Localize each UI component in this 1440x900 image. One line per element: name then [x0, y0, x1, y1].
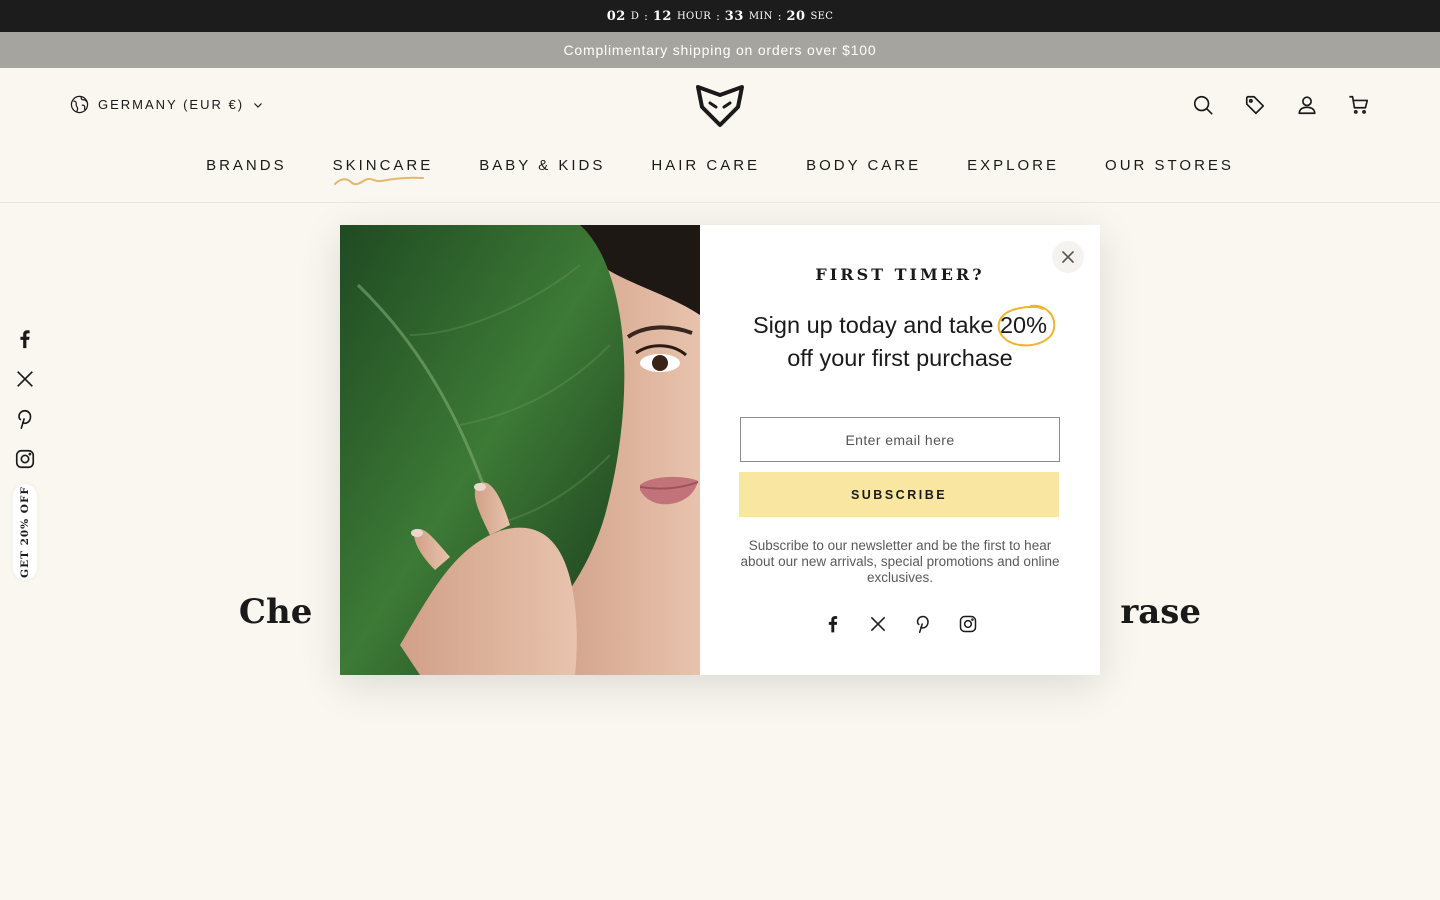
search-icon[interactable]	[1192, 94, 1214, 116]
close-icon	[1062, 251, 1074, 263]
side-social-links	[14, 328, 36, 470]
headline-text-start: Sign up today and take	[753, 312, 1000, 338]
site-header: GERMANY (EUR €) BRANDS SKINCARE BABY & K…	[0, 68, 1440, 203]
countdown-hours: 12	[652, 8, 672, 24]
logo-icon[interactable]	[694, 81, 746, 129]
newsletter-popup: FIRST TIMER? Sign up today and take 20% …	[340, 225, 1100, 675]
country-label: GERMANY (EUR €)	[98, 97, 245, 112]
pinterest-icon[interactable]	[14, 408, 36, 430]
headline-highlight-text: 20%	[999, 312, 1047, 338]
nav-item-our-stores[interactable]: OUR STORES	[1105, 157, 1234, 174]
active-underline-icon	[333, 176, 424, 186]
x-icon[interactable]	[14, 368, 36, 390]
page-heading-right: rase	[1120, 592, 1202, 632]
nav-item-baby-kids[interactable]: BABY & KIDS	[479, 157, 605, 174]
countdown-bar: 02 D : 12 HOUR : 33 MIN : 20 SEC	[0, 0, 1440, 32]
popup-social-links	[700, 614, 1100, 634]
countdown-days-unit: D	[630, 10, 640, 22]
email-field[interactable]	[740, 417, 1060, 462]
globe-icon	[70, 95, 89, 114]
promo-side-tab-label: GET 20% OFF	[19, 486, 31, 578]
x-icon[interactable]	[868, 614, 888, 634]
popup-fine-print: Subscribe to our newsletter and be the f…	[740, 538, 1060, 585]
cart-icon[interactable]	[1348, 94, 1370, 116]
chevron-down-icon	[254, 102, 262, 108]
instagram-icon[interactable]	[14, 448, 36, 470]
nav-item-hair-care[interactable]: HAIR CARE	[651, 157, 760, 174]
headline-highlight: 20%	[997, 304, 1056, 347]
countdown-separator: :	[777, 9, 782, 23]
countdown-seconds: 20	[786, 8, 806, 24]
popup-eyebrow: FIRST TIMER?	[815, 265, 985, 284]
subscribe-button[interactable]: SUBSCRIBE	[739, 472, 1059, 517]
countdown-hours-unit: HOUR	[676, 10, 712, 22]
countdown-seconds-unit: SEC	[810, 10, 834, 22]
nav-item-explore[interactable]: EXPLORE	[967, 157, 1059, 174]
facebook-icon[interactable]	[14, 328, 36, 350]
popup-image	[340, 225, 700, 675]
instagram-icon[interactable]	[958, 614, 978, 634]
pinterest-icon[interactable]	[913, 614, 933, 634]
account-icon[interactable]	[1296, 94, 1318, 116]
nav-item-brands[interactable]: BRANDS	[206, 157, 287, 174]
main-nav: BRANDS SKINCARE BABY & KIDS HAIR CARE BO…	[0, 157, 1440, 186]
countdown-days: 02	[606, 8, 626, 24]
nav-item-label: SKINCARE	[332, 157, 434, 174]
nav-item-skincare[interactable]: SKINCARE	[332, 157, 434, 186]
popup-headline: Sign up today and take 20% off your firs…	[700, 304, 1100, 375]
popup-content: FIRST TIMER? Sign up today and take 20% …	[700, 225, 1100, 675]
countdown-separator: :	[644, 9, 648, 23]
headline-text-end: off your first purchase	[787, 345, 1013, 371]
header-actions	[1192, 94, 1370, 116]
tag-icon[interactable]	[1244, 94, 1266, 116]
facebook-icon[interactable]	[823, 614, 843, 634]
page-heading-left: Che	[238, 592, 313, 632]
promo-side-tab[interactable]: GET 20% OFF	[13, 484, 37, 580]
nav-item-body-care[interactable]: BODY CARE	[806, 157, 921, 174]
countdown-separator: :	[716, 9, 720, 23]
countdown-minutes: 33	[724, 8, 744, 24]
model-with-leaf-illustration	[340, 225, 700, 675]
announcement-bar: Complimentary shipping on orders over $1…	[0, 32, 1440, 68]
countdown-minutes-unit: MIN	[748, 10, 773, 22]
country-selector[interactable]: GERMANY (EUR €)	[70, 95, 263, 114]
